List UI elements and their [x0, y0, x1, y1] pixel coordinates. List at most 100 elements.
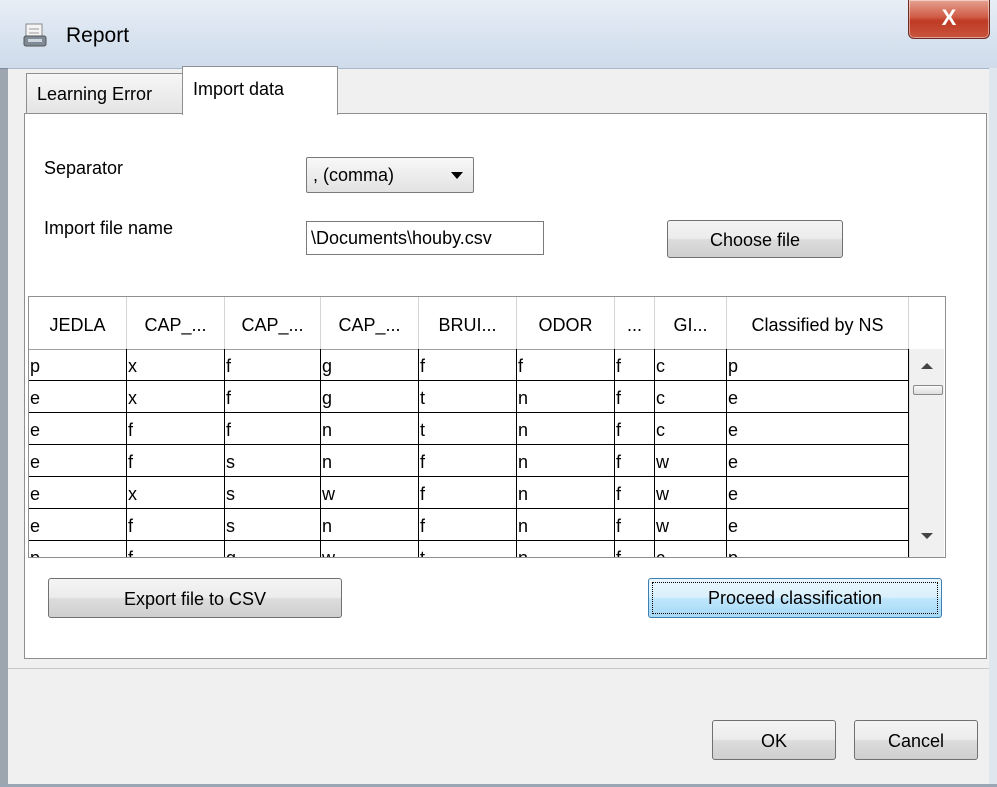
window-left-edge: [0, 68, 8, 787]
export-csv-button[interactable]: Export file to CSV: [48, 578, 342, 618]
table-cell: f: [225, 381, 321, 413]
close-button[interactable]: X: [908, 0, 990, 39]
table-cell: n: [517, 541, 615, 557]
table-cell: f: [127, 445, 225, 477]
report-icon: [23, 23, 47, 47]
scroll-down-icon[interactable]: [921, 533, 933, 539]
table-row[interactable]: p x f g f f f c p: [29, 349, 909, 381]
column-header[interactable]: Classified by NS: [727, 297, 909, 349]
column-header[interactable]: ODOR: [517, 297, 615, 349]
tab-learning-error[interactable]: Learning Error: [26, 73, 199, 114]
table-cell: p: [29, 541, 127, 557]
table-cell: f: [419, 509, 517, 541]
tab-label: Learning Error: [37, 84, 153, 104]
column-header[interactable]: BRUI...: [419, 297, 517, 349]
tab-label: Import data: [193, 79, 285, 99]
column-header[interactable]: CAP_...: [321, 297, 419, 349]
column-header[interactable]: JEDLA: [29, 297, 127, 349]
import-file-input[interactable]: [306, 221, 544, 255]
column-header[interactable]: GI...: [655, 297, 727, 349]
table-row[interactable]: e x s w f n f w e: [29, 477, 909, 509]
table-cell: n: [321, 445, 419, 477]
table-cell: t: [419, 381, 517, 413]
focus-ring: [652, 582, 938, 614]
table-cell: p: [29, 349, 127, 381]
table-cell: n: [517, 445, 615, 477]
table-cell: g: [225, 541, 321, 557]
table-cell: c: [655, 541, 727, 557]
table-cell: t: [419, 413, 517, 445]
table-cell: g: [321, 381, 419, 413]
table-cell: s: [225, 477, 321, 509]
table-cell: e: [727, 477, 909, 509]
table-cell: f: [419, 445, 517, 477]
separator-label: Separator: [44, 158, 124, 178]
table-cell: s: [225, 509, 321, 541]
table-cell: p: [727, 541, 909, 557]
table-cell: f: [127, 413, 225, 445]
window-title: Report: [66, 24, 130, 47]
choose-file-button[interactable]: Choose file: [667, 220, 843, 258]
table-cell: n: [517, 413, 615, 445]
table-cell: e: [727, 509, 909, 541]
table-scrollbar[interactable]: [909, 349, 944, 557]
column-header[interactable]: ...: [615, 297, 655, 349]
title-bar: Report X: [0, 0, 997, 69]
table-row[interactable]: e x f g t n f c e: [29, 381, 909, 413]
proceed-classification-button[interactable]: Proceed classification: [648, 578, 942, 618]
table-cell: f: [517, 349, 615, 381]
table-cell: x: [127, 349, 225, 381]
table-cell: n: [321, 413, 419, 445]
chevron-down-icon: [451, 172, 463, 179]
window-right-edge: [989, 68, 997, 787]
table-cell: e: [29, 445, 127, 477]
table-row[interactable]: e f s n f n f w e: [29, 445, 909, 477]
table-cell: f: [615, 509, 655, 541]
table-cell: n: [517, 509, 615, 541]
table-cell: e: [29, 477, 127, 509]
close-icon: X: [941, 5, 957, 30]
table-cell: e: [29, 509, 127, 541]
table-cell: c: [655, 381, 727, 413]
table-cell: e: [29, 413, 127, 445]
table-cell: w: [655, 477, 727, 509]
column-header[interactable]: CAP_...: [127, 297, 225, 349]
table-cell: e: [29, 381, 127, 413]
table-cell: n: [517, 477, 615, 509]
tab-import-data[interactable]: Import data: [182, 66, 338, 115]
table-cell: f: [615, 413, 655, 445]
table-cell: s: [225, 445, 321, 477]
table-cell: f: [615, 349, 655, 381]
table-cell: n: [517, 381, 615, 413]
table-cell: t: [419, 541, 517, 557]
table-cell: e: [727, 381, 909, 413]
table-row[interactable]: e f f n t n f c e: [29, 413, 909, 445]
table-cell: f: [127, 541, 225, 557]
table-cell: f: [419, 349, 517, 381]
scrollbar-thumb[interactable]: [913, 385, 943, 395]
table-cell: f: [225, 349, 321, 381]
table-row[interactable]: e f s n f n f w e: [29, 509, 909, 541]
column-header[interactable]: CAP_...: [225, 297, 321, 349]
separator-select[interactable]: , (comma): [306, 157, 474, 193]
table-cell: c: [655, 349, 727, 381]
table-cell: g: [321, 349, 419, 381]
table-cell: w: [321, 477, 419, 509]
scroll-up-icon[interactable]: [921, 363, 933, 369]
table-cell: w: [655, 445, 727, 477]
table-cell: f: [225, 413, 321, 445]
table-cell: e: [727, 413, 909, 445]
table-cell: n: [321, 509, 419, 541]
table-cell: w: [321, 541, 419, 557]
cancel-button[interactable]: Cancel: [854, 720, 978, 760]
table-cell: w: [655, 509, 727, 541]
table-cell: f: [615, 477, 655, 509]
table-cell: f: [615, 381, 655, 413]
ok-button[interactable]: OK: [712, 720, 836, 760]
table-header: JEDLA CAP_... CAP_... CAP_... BRUI... OD…: [29, 297, 909, 350]
data-table: JEDLA CAP_... CAP_... CAP_... BRUI... OD…: [28, 296, 946, 558]
table-cell: x: [127, 477, 225, 509]
table-row[interactable]: p f g w t n f c p: [29, 541, 909, 557]
import-file-label: Import file name: [44, 218, 174, 238]
table-cell: f: [615, 541, 655, 557]
